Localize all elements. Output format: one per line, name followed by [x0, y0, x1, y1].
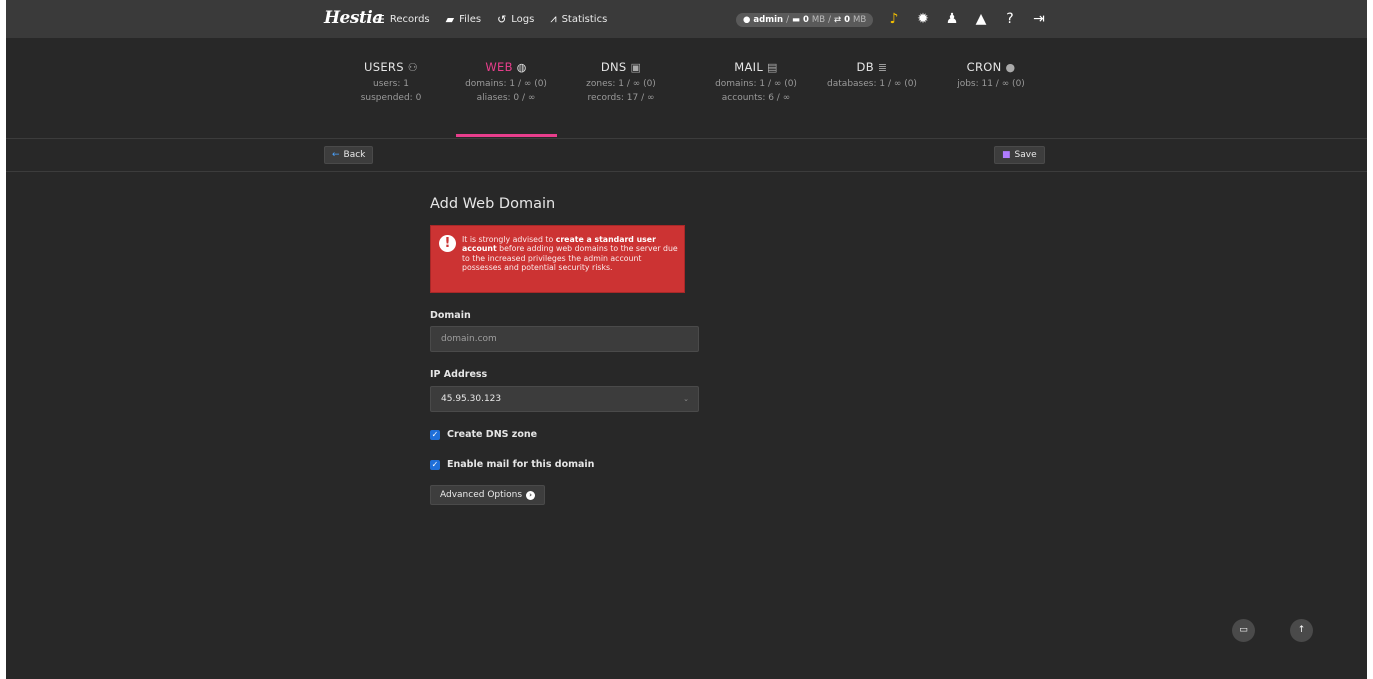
disk-used: 0	[802, 15, 809, 25]
stat-web[interactable]: WEB ◍ domains: 1 / ∞ (0) aliases: 0 / ∞	[446, 60, 566, 103]
stat-dns-title: DNS	[600, 60, 627, 74]
chart-icon: ⩘	[550, 12, 557, 25]
username: admin	[753, 15, 784, 25]
clock-icon: ●	[1005, 61, 1016, 74]
stat-dns-row1: zones: 1 / ∞ (0)	[586, 79, 656, 89]
stat-dns-row2: records: 17 / ∞	[587, 93, 655, 103]
exclamation-icon: !	[439, 235, 456, 252]
ip-address-select[interactable]: 45.95.30.123 ⌄	[430, 386, 699, 412]
list-icon: ☰	[375, 12, 385, 26]
globe-icon: ◍	[516, 61, 527, 74]
stat-web-title: WEB	[485, 60, 513, 74]
bell-icon[interactable]: ♪	[886, 11, 902, 27]
enable-mail-label: Enable mail for this domain	[447, 459, 595, 470]
nav-logs-label: Logs	[511, 13, 535, 25]
active-tab-underline	[456, 134, 557, 137]
save-button[interactable]: ■ Save	[994, 146, 1045, 164]
back-button[interactable]: ← Back	[324, 146, 374, 164]
folder-icon: ▰	[445, 12, 455, 26]
stat-db-title: DB	[856, 60, 874, 74]
arrow-up-icon: ↑	[1297, 625, 1306, 635]
main-nav: ☰ Records ▰ Files ↺ Logs ⩘ Statistics	[375, 0, 607, 38]
user-edit-icon[interactable]: ♟	[944, 11, 960, 27]
nav-logs[interactable]: ↺ Logs	[497, 13, 534, 26]
book-icon: ▣	[630, 61, 642, 74]
page-title: Add Web Domain	[430, 196, 556, 212]
stat-cron[interactable]: CRON ● jobs: 11 / ∞ (0)	[931, 60, 1051, 89]
nav-records-label: Records	[389, 13, 430, 25]
domain-input[interactable]: domain.com	[430, 326, 699, 352]
bandwidth-used: 0	[844, 15, 850, 25]
nav-files-label: Files	[459, 13, 482, 25]
stat-cron-row1: jobs: 11 / ∞ (0)	[957, 79, 1025, 89]
stat-web-row1: domains: 1 / ∞ (0)	[465, 79, 547, 89]
stats-panel: USERS ⚇ users: 1 suspended: 0 WEB ◍ domain…	[6, 38, 1367, 139]
back-label: Back	[343, 150, 366, 160]
check-icon[interactable]: ✓	[430, 459, 440, 470]
disk-icon: ▬	[791, 15, 800, 25]
top-bar: Hestia ☰ Records ▰ Files ↺ Logs ⩘ Statis…	[6, 0, 1367, 38]
gear-icon[interactable]: ✹	[915, 11, 931, 27]
disk-unit: MB	[811, 15, 826, 25]
database-icon: ≣	[877, 61, 888, 74]
history-icon: ↺	[497, 12, 507, 26]
bandwidth-icon: ⇄	[833, 15, 842, 25]
keyboard-shortcuts-button[interactable]: ▭	[1232, 619, 1255, 642]
stat-db-row1: databases: 1 / ∞ (0)	[827, 79, 917, 89]
enable-mail-checkbox[interactable]: ✓ Enable mail for this domain	[430, 459, 594, 470]
nav-files[interactable]: ▰ Files	[446, 13, 481, 26]
stat-users-row2: suspended: 0	[360, 93, 422, 103]
stat-mail-row2: accounts: 6 / ∞	[721, 93, 791, 103]
mail-bulk-icon: ▤	[767, 61, 778, 74]
domain-label: Domain	[430, 310, 471, 321]
stat-mail[interactable]: MAIL ▤ domains: 1 / ∞ (0) accounts: 6 / ∞	[696, 60, 816, 103]
advanced-options-label: Advanced Options	[440, 490, 523, 500]
check-icon[interactable]: ✓	[430, 429, 440, 440]
stat-users-row1: users: 1	[373, 79, 409, 89]
save-label: Save	[1014, 150, 1037, 160]
stat-users-title: USERS	[364, 60, 404, 74]
chevron-down-icon: ⌄	[683, 395, 689, 403]
help-icon[interactable]: ?	[1002, 11, 1018, 27]
security-alert: ! It is strongly advised to create a sta…	[430, 225, 685, 293]
keyboard-icon: ▭	[1239, 625, 1248, 635]
nav-statistics-label: Statistics	[561, 13, 608, 25]
ip-address-value: 45.95.30.123	[441, 394, 502, 404]
nav-records[interactable]: ☰ Records	[375, 13, 430, 26]
warning-icon[interactable]: ▲	[973, 11, 989, 27]
advanced-options-button[interactable]: Advanced Options ›	[430, 485, 546, 505]
create-dns-zone-label: Create DNS zone	[447, 429, 538, 440]
top-icons: ♪ ✹ ♟ ▲ ? ⇥	[886, 11, 1047, 27]
toolbar: ← Back ■ Save	[6, 139, 1367, 172]
user-usage-pill[interactable]: ● admin / ▬ 0 MB / ⇄ 0 MB	[736, 13, 874, 27]
arrow-circle-right-icon: ›	[526, 490, 536, 500]
alert-text: It is strongly advised to create a stand…	[462, 235, 678, 273]
nav-statistics[interactable]: ⩘ Statistics	[550, 12, 607, 26]
user-icon: ●	[743, 15, 751, 25]
stat-web-row2: aliases: 0 / ∞	[476, 93, 536, 103]
stat-db[interactable]: DB ≣ databases: 1 / ∞ (0)	[812, 60, 932, 89]
stat-mail-row1: domains: 1 / ∞ (0)	[715, 79, 797, 89]
users-icon: ⚇	[407, 61, 418, 74]
arrow-left-icon: ←	[332, 150, 340, 160]
ip-address-label: IP Address	[430, 369, 488, 380]
stat-mail-title: MAIL	[734, 60, 764, 74]
scroll-to-top-button[interactable]: ↑	[1290, 619, 1313, 642]
floppy-icon: ■	[1002, 150, 1011, 160]
app-frame: Hestia ☰ Records ▰ Files ↺ Logs ⩘ Statis…	[6, 0, 1367, 679]
logo[interactable]: Hestia	[324, 8, 383, 28]
stat-cron-title: CRON	[966, 60, 1002, 74]
logout-icon[interactable]: ⇥	[1031, 11, 1047, 27]
bandwidth-unit: MB	[853, 15, 867, 25]
stat-users[interactable]: USERS ⚇ users: 1 suspended: 0	[331, 60, 451, 103]
stat-dns[interactable]: DNS ▣ zones: 1 / ∞ (0) records: 17 / ∞	[561, 60, 681, 103]
create-dns-zone-checkbox[interactable]: ✓ Create DNS zone	[430, 429, 537, 440]
